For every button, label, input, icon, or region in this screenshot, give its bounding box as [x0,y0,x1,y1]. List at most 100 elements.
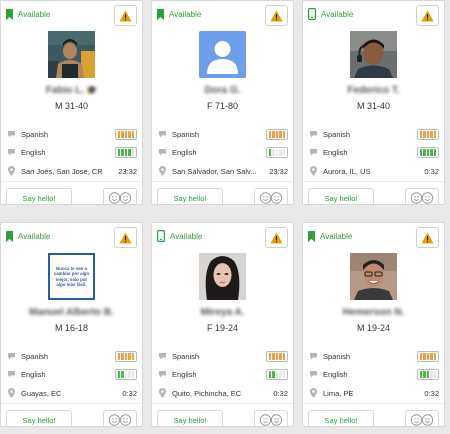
language-row: Spanish [6,128,137,140]
report-button[interactable] [265,5,288,26]
profile-card[interactable]: Available Fabio L. 🎓 M 31-40 Spanish Engl… [0,0,143,205]
speech-bubble-icon [308,351,318,361]
profile-name: Fabio L. 🎓 [45,85,98,96]
language-row: English [157,146,288,158]
gender-age: F 71-80 [206,101,239,111]
gender-age: M 19-24 [356,323,391,333]
profile-photo[interactable] [199,31,246,78]
profile-photo[interactable]: Nunca te ven a cambiar por algo mejor, s… [48,253,95,300]
profile-card[interactable]: Available Dora G. F 71-80 Spanish Englis… [151,0,294,205]
say-hello-button[interactable]: Say hello! [157,188,223,204]
language-level-bar [417,350,439,362]
language-row: Spanish [308,128,439,140]
warning-icon [421,232,434,243]
language-name: English [323,369,348,379]
availability-label: Available [18,9,51,19]
speech-bubble-icon [6,351,16,361]
language-row: English [157,368,288,380]
say-hello-button[interactable]: Say hello! [157,410,223,426]
local-time: 0:32 [424,388,439,398]
language-level-bar [115,350,137,362]
default-avatar-icon [199,31,246,78]
double-smiley-icon [108,192,132,204]
speech-bubble-icon [157,369,167,379]
availability-status: Available [157,229,202,243]
report-button[interactable] [416,5,439,26]
warning-icon [270,232,283,243]
card-divider [1,403,142,404]
language-name: Spanish [172,129,200,139]
profile-name: Manuel Alberto B. [29,307,114,318]
card-divider [152,181,293,182]
profile-photo[interactable] [350,31,397,78]
local-time: 0:32 [122,388,137,398]
double-smiley-icon [108,414,132,426]
warning-icon [421,10,434,21]
language-name: Spanish [323,129,351,139]
gender-age: M 31-40 [54,101,89,111]
quote-text: Nunca te ven a cambiar por algo mejor, s… [53,265,90,288]
availability-label: Available [170,231,203,241]
smiley-button[interactable] [405,410,439,426]
profile-card[interactable]: Available Hemerson N. M 19-24 Spanish En… [302,222,445,427]
availability-status: Available [6,229,50,243]
local-time: 0:32 [424,166,439,176]
report-button[interactable] [416,227,439,248]
profile-card[interactable]: Available Nunca te ven a cambiar por alg… [0,222,143,427]
profile-card[interactable]: Available Federico T. M 31-40 Spanish En… [302,0,445,205]
availability-status: Available [308,229,352,243]
location-pin-icon [6,388,16,398]
report-button[interactable] [114,5,137,26]
double-smiley-icon [259,414,283,426]
language-level-bar [115,368,137,380]
location-text: San Salvador, San Salv... [172,166,257,176]
location-pin-icon [157,166,167,176]
gender-age: F 19-24 [206,323,239,333]
location-pin-icon [308,166,318,176]
availability-status: Available [6,7,50,21]
location-row: San Salvador, San Salv... 23:32 [157,165,288,177]
profile-card[interactable]: Available Mireya A. F 19-24 Spanish Engl… [151,222,294,427]
say-hello-button[interactable]: Say hello! [6,410,72,426]
profile-photo[interactable] [199,253,246,300]
location-pin-icon [157,388,167,398]
language-name: English [21,369,46,379]
availability-label: Available [169,9,202,19]
language-level-bar [266,350,288,362]
language-level-bar [266,128,288,140]
language-name: English [172,147,197,157]
bookmark-icon [6,230,13,242]
smiley-button[interactable] [405,188,439,204]
gender-age: M 16-18 [54,323,89,333]
speech-bubble-icon [308,369,318,379]
say-hello-button[interactable]: Say hello! [308,410,374,426]
report-button[interactable] [265,227,288,248]
local-time: 0:32 [273,388,288,398]
report-button[interactable] [114,227,137,248]
language-name: Spanish [323,351,351,361]
double-smiley-icon [410,192,434,204]
profile-name: Dora G. [204,85,241,96]
language-name: English [21,147,46,157]
location-text: Aurora, IL, US [323,166,371,176]
language-name: Spanish [21,351,49,361]
availability-label: Available [321,9,354,19]
smiley-button[interactable] [103,188,137,204]
bookmark-icon [308,230,315,242]
profile-photo[interactable] [48,31,95,78]
profile-photo[interactable] [350,253,397,300]
location-row: Quito, Pichincha, EC 0:32 [157,387,288,399]
availability-status: Available [308,7,353,21]
language-row: Spanish [157,128,288,140]
smiley-button[interactable] [254,410,288,426]
smiley-button[interactable] [254,188,288,204]
language-name: Spanish [172,351,200,361]
say-hello-button[interactable]: Say hello! [6,188,72,204]
profile-name: Hemerson N. [342,307,405,318]
language-name: English [323,147,348,157]
smiley-button[interactable] [103,410,137,426]
location-text: Lima, PE [323,388,354,398]
language-row: English [308,368,439,380]
speech-bubble-icon [6,147,16,157]
say-hello-button[interactable]: Say hello! [308,188,374,204]
